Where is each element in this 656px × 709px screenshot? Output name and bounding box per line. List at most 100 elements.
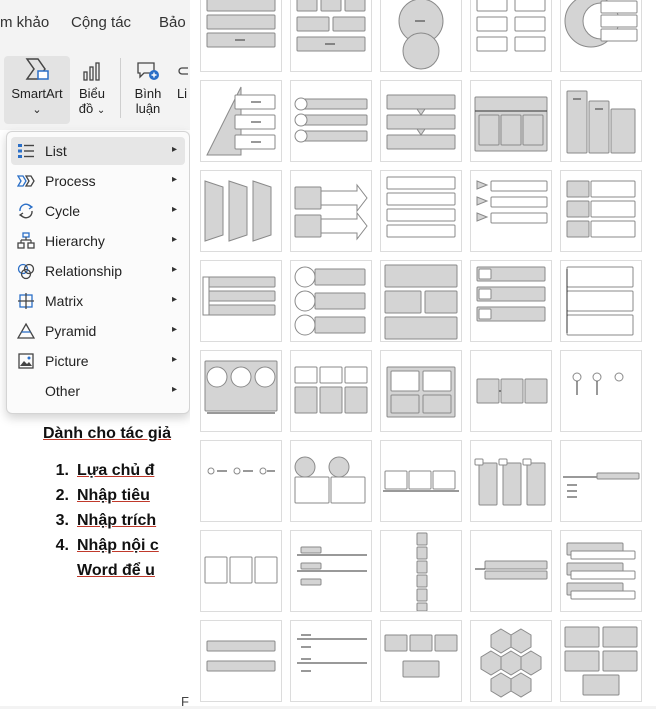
layout-preview-graphic [476,266,546,322]
layout-preview-graphic [398,0,444,70]
chevron-right-icon: ▸ [171,324,177,335]
layout-preview-graphic [474,96,548,152]
chevron-right-icon: ▸ [171,384,177,395]
smartart-layout-thumbnail-blocks-grid[interactable] [290,0,372,72]
layout-preview-graphic [204,180,272,242]
layout-preview-graphic [572,372,624,395]
layout-preview-graphic [294,183,368,241]
tab-protect[interactable]: Bảo [159,14,186,31]
smartart-layout-thumbnail-dot-line[interactable] [200,440,282,522]
chevron-right-icon: ▸ [171,354,177,365]
layout-preview-graphic [206,0,276,48]
smartart-layout-thumbnail-pyramid-list[interactable] [200,80,282,162]
menu-item-relationship[interactable]: Relationship ▸ [11,257,185,285]
menu-item-hierarchy[interactable]: Hierarchy ▸ [11,227,185,255]
menu-item-list[interactable]: List ▸ [11,137,185,165]
smartart-layout-thumbnail-blocks-stacked[interactable] [200,0,282,72]
smartart-layout-thumbnail-block-list[interactable] [560,530,642,612]
link-label: Li [176,86,188,101]
smartart-layout-thumbnail-chevron-process[interactable] [200,170,282,252]
smartart-layout-thumbnail-arrow-list[interactable] [290,170,372,252]
comment-label-line1: Bình [134,86,162,101]
smartart-layout-thumbnail-picture-grid[interactable] [290,350,372,432]
ribbon-divider [120,58,121,118]
chevron-right-icon: ▸ [171,264,177,275]
layout-preview-graphic [202,276,276,316]
menu-item-pyramid[interactable]: Pyramid ▸ [11,317,185,345]
layout-preview-graphic [563,472,640,498]
smartart-layout-thumbnail-circle-venn[interactable] [380,0,462,72]
layout-preview-graphic [476,180,548,224]
smartart-layout-thumbnail-table-three[interactable] [200,530,282,612]
smartart-layout-thumbnail-nested-circle-list[interactable] [560,0,642,72]
smartart-layout-thumbnail-block-grid[interactable] [560,620,642,702]
menu-item-cycle[interactable]: Cycle ▸ [11,197,185,225]
menu-item-matrix[interactable]: Matrix ▸ [11,287,185,315]
smartart-layout-thumbnail-vertical-bracket-list[interactable] [380,170,462,252]
layout-preview-graphic [297,634,367,672]
smartart-layout-thumbnail-circle-list[interactable] [290,260,372,342]
comment-button[interactable]: Bình luận [128,60,168,116]
smartart-layout-thumbnail-chevron-list[interactable] [470,170,552,252]
hierarchy-icon [17,232,35,249]
document-list-item: Word để u [77,562,155,579]
layout-preview-graphic [296,0,366,52]
chart-button[interactable]: Biểu đồ ⌄ [74,60,110,118]
smartart-layout-gallery [190,0,656,706]
tab-collaborate[interactable]: Cộng tác [71,14,131,31]
smartart-layout-thumbnail-bar-list[interactable] [200,620,282,702]
smartart-category-menu: List ▸ Process ▸ Cycle ▸ Hierarchy ▸ Rel… [6,131,190,414]
menu-item-picture[interactable]: Picture ▸ [11,347,185,375]
layout-preview-graphic [566,90,636,154]
smartart-button[interactable]: SmartArt ⌄ [4,56,70,124]
document-list-item: 3. Nhập trích [55,512,157,529]
layout-preview-graphic [386,176,456,238]
smartart-layout-thumbnail-hexagon-cluster[interactable] [470,620,552,702]
chart-label-line1: Biểu [78,86,106,101]
smartart-layout-thumbnail-stacked-box-list[interactable] [560,170,642,252]
layout-preview-graphic [566,542,636,600]
smartart-layout-thumbnail-arrow-bars[interactable] [470,530,552,612]
smartart-layout-thumbnail-timeline-bars[interactable] [560,440,642,522]
picture-icon [18,353,34,369]
smartart-layout-thumbnail-box-grid[interactable] [380,260,462,342]
layout-preview-graphic [204,556,278,584]
layout-preview-graphic [294,97,368,143]
smartart-layout-thumbnail-boxes-bracketed[interactable] [470,0,552,72]
layout-preview-graphic [206,86,276,156]
smartart-layout-thumbnail-tab-boxes[interactable] [380,440,462,522]
smartart-layout-thumbnail-connected-boxes[interactable] [380,620,462,702]
comment-label-line2: luận [135,101,161,116]
smartart-layout-thumbnail-horizontal-bars[interactable] [200,260,282,342]
layout-preview-graphic [384,264,458,340]
menu-item-process[interactable]: Process ▸ [11,167,185,195]
smartart-layout-thumbnail-circle-box[interactable] [290,440,372,522]
smartart-label: SmartArt [11,86,63,101]
layout-preview-graphic [297,546,367,586]
smartart-layout-thumbnail-stacked-arrows[interactable] [380,80,462,162]
smartart-layout-thumbnail-pins[interactable] [560,350,642,432]
smartart-layout-thumbnail-table-list[interactable] [470,80,552,162]
smartart-layout-thumbnail-bracket-list[interactable] [560,260,642,342]
menu-item-other[interactable]: Other ▸ [11,377,185,405]
smartart-layout-thumbnail-grid-list[interactable] [380,350,462,432]
chart-label-line2: đồ [78,101,94,116]
smartart-layout-thumbnail-dash-list[interactable] [290,620,372,702]
smartart-layout-thumbnail-line-list[interactable] [290,530,372,612]
process-icon [17,175,35,187]
smartart-layout-thumbnail-tag-boxes[interactable] [470,440,552,522]
layout-preview-graphic [204,360,278,414]
smartart-layout-thumbnail-connector-boxes[interactable] [470,350,552,432]
smartart-layout-thumbnail-photo-circles[interactable] [200,350,282,432]
smartart-layout-thumbnail-bullet-circle-bars[interactable] [290,80,372,162]
ribbon-tab-bar: m khảo Cộng tác Bảo [0,0,190,46]
tab-references[interactable]: m khảo [0,14,49,31]
link-button[interactable]: Li [174,60,190,101]
smartart-layout-thumbnail-vertical-bars[interactable] [560,80,642,162]
document-list-item: 2. Nhập tiêu [55,487,150,504]
layout-preview-graphic [475,560,548,580]
smartart-layout-thumbnail-vertical-chain[interactable] [380,530,462,612]
layout-preview-graphic [206,640,276,672]
smartart-layout-thumbnail-small-box-list[interactable] [470,260,552,342]
layout-preview-graphic [207,467,275,475]
